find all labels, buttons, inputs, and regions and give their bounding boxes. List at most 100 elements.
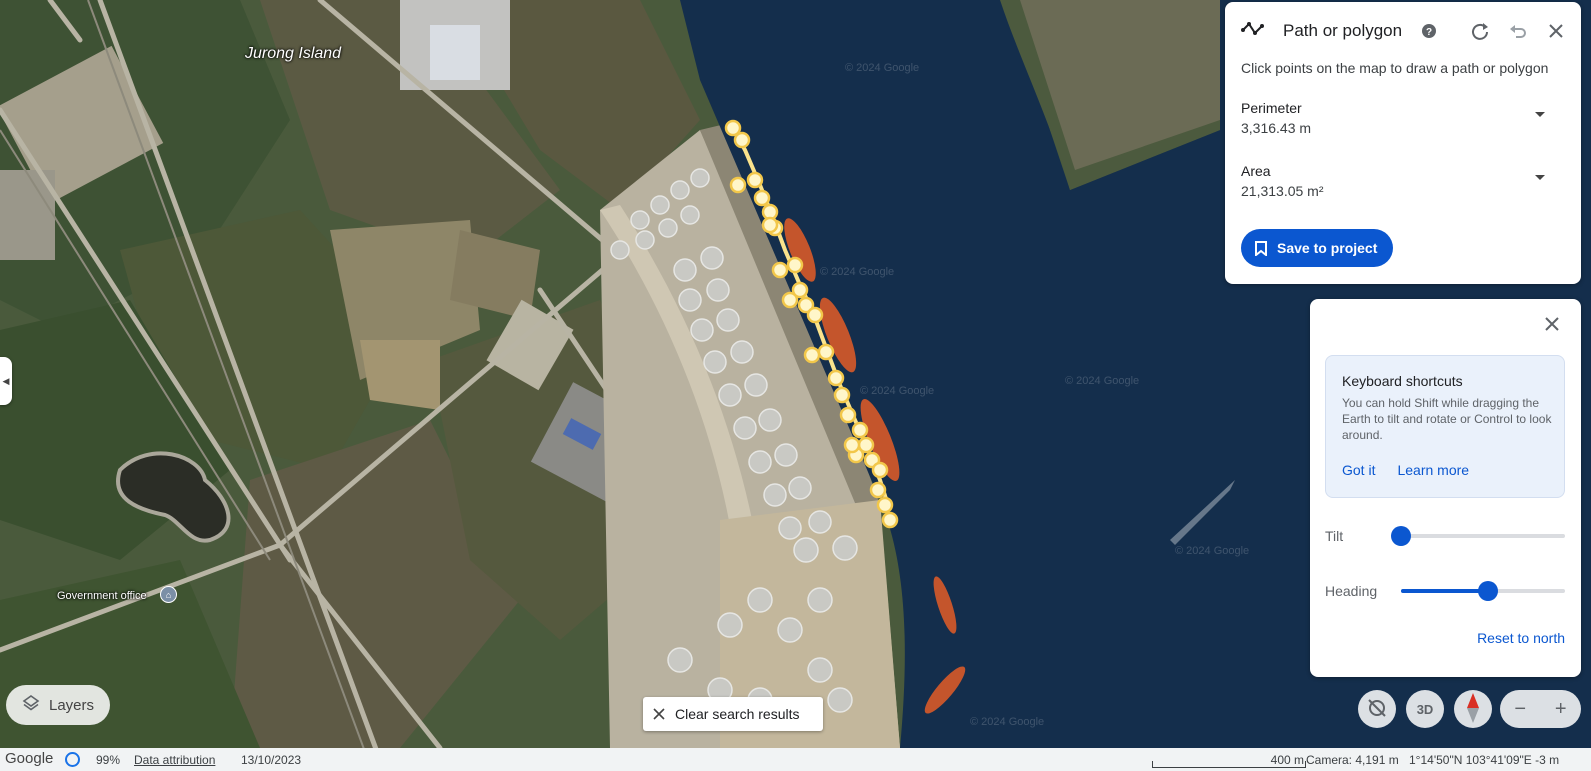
help-icon[interactable]: ?	[1416, 18, 1442, 44]
path-vertex[interactable]	[729, 176, 747, 194]
path-vertex[interactable]	[746, 171, 764, 189]
storage-tank	[680, 205, 700, 225]
storage-tank	[807, 587, 833, 613]
path-vertex[interactable]	[881, 511, 899, 529]
path-vertex[interactable]	[806, 306, 824, 324]
place-label: Jurong Island	[245, 45, 342, 62]
layers-label: Layers	[48, 696, 95, 714]
path-vertex[interactable]	[761, 216, 779, 234]
zoom-out-button[interactable]: −	[1500, 690, 1541, 728]
data-attribution-link[interactable]: Data attribution	[134, 753, 215, 767]
storage-tank	[678, 288, 702, 312]
storage-tank	[630, 210, 650, 230]
path-vertex[interactable]	[871, 461, 889, 479]
storage-tank	[778, 516, 802, 540]
path-vertex[interactable]	[786, 256, 804, 274]
area-label: Area	[1241, 163, 1271, 179]
save-to-project-button[interactable]: Save to project	[1241, 229, 1394, 267]
storage-tank	[718, 383, 742, 407]
storage-tank	[635, 230, 655, 250]
path-vertex[interactable]	[753, 189, 771, 207]
path-polygon-panel: Path or polygon ? Click points on the ma…	[1225, 2, 1581, 284]
reset-to-north-link[interactable]: Reset to north	[1477, 630, 1565, 646]
path-vertex[interactable]	[869, 481, 887, 499]
storage-tank	[690, 168, 710, 188]
storage-tank	[650, 195, 670, 215]
path-vertex[interactable]	[843, 436, 861, 454]
chevron-down-icon[interactable]	[1535, 175, 1545, 180]
path-vertex[interactable]	[833, 386, 851, 404]
storage-tank	[748, 450, 772, 474]
zoom-control: − +	[1500, 690, 1581, 728]
storage-tank	[827, 687, 853, 713]
expand-sidebar-button[interactable]: ◀	[0, 357, 12, 405]
perimeter-value: 3,316.43 m	[1241, 120, 1312, 136]
card-text: You can hold Shift while dragging the Ea…	[1342, 396, 1552, 442]
close-icon[interactable]	[1543, 18, 1569, 44]
3d-view-button[interactable]: 3D	[1406, 690, 1444, 728]
undo-icon[interactable]	[1505, 18, 1531, 44]
storage-tank	[673, 258, 697, 282]
heading-slider[interactable]	[1401, 581, 1565, 601]
learn-more-link[interactable]: Learn more	[1397, 462, 1469, 478]
redo-icon[interactable]	[1467, 18, 1493, 44]
panel-title: Path or polygon	[1283, 21, 1403, 40]
area-row[interactable]: Area 21,313.05 m²	[1241, 163, 1557, 199]
path-vertex[interactable]	[771, 261, 789, 279]
heading-slider-thumb[interactable]	[1477, 581, 1498, 601]
tilt-slider[interactable]	[1391, 526, 1565, 546]
storage-tank	[716, 308, 740, 332]
perimeter-row[interactable]: Perimeter 3,316.43 m	[1241, 100, 1557, 136]
clear-search-label: Clear search results	[675, 706, 800, 722]
tilt-label: Tilt	[1325, 528, 1344, 544]
layers-icon	[22, 694, 40, 716]
close-icon[interactable]	[1539, 311, 1565, 337]
storage-tank	[717, 612, 743, 638]
storage-tank	[690, 318, 714, 342]
storage-tank	[733, 416, 757, 440]
status-bar: Google 99% Data attribution 13/10/2023 4…	[0, 748, 1591, 771]
path-vertex[interactable]	[851, 421, 869, 439]
path-vertex[interactable]	[803, 346, 821, 364]
perimeter-label: Perimeter	[1241, 100, 1302, 116]
card-title: Keyboard shortcuts	[1342, 373, 1463, 389]
storage-tank	[610, 240, 630, 260]
tilt-off-button[interactable]	[1358, 690, 1396, 728]
poi-label[interactable]: Government office	[57, 590, 147, 602]
svg-text:?: ?	[1426, 27, 1432, 38]
storage-tank	[763, 483, 787, 507]
path-vertex[interactable]	[733, 131, 751, 149]
map-watermark: © 2024 Google	[970, 716, 1045, 728]
area-value: 21,313.05 m²	[1241, 183, 1324, 199]
storage-tank	[808, 510, 832, 534]
storage-tank	[658, 218, 678, 238]
chevron-down-icon[interactable]	[1535, 112, 1545, 117]
clear-search-results-button[interactable]: Clear search results	[643, 697, 823, 731]
heading-slider-row: Heading	[1325, 579, 1565, 603]
storage-tank	[777, 617, 803, 643]
path-vertex[interactable]	[839, 406, 857, 424]
layers-button[interactable]: Layers	[6, 685, 110, 725]
tilt-off-icon	[1366, 697, 1388, 722]
path-vertex[interactable]	[781, 291, 799, 309]
camera-altitude: Camera: 4,191 m	[1306, 753, 1399, 767]
heading-slider-fill	[1401, 589, 1488, 593]
path-vertex[interactable]	[876, 496, 894, 514]
path-vertex[interactable]	[827, 369, 845, 387]
tilt-slider-thumb[interactable]	[1391, 526, 1411, 546]
path-vertex[interactable]	[817, 343, 835, 361]
loading-percent: 99%	[96, 753, 121, 767]
bookmark-icon	[1255, 240, 1267, 256]
storage-tank	[730, 340, 754, 364]
compass-button[interactable]	[1454, 690, 1492, 728]
close-icon	[643, 708, 675, 720]
storage-tank	[788, 476, 812, 500]
government-building-icon[interactable]: ⌂	[160, 586, 177, 603]
imagery-date: 13/10/2023	[241, 753, 302, 767]
map-watermark: © 2024 Google	[1175, 545, 1250, 557]
keyboard-shortcuts-card: Keyboard shortcuts You can hold Shift wh…	[1325, 355, 1565, 498]
map-watermark: © 2024 Google	[820, 266, 895, 278]
got-it-link[interactable]: Got it	[1342, 462, 1375, 478]
cursor-coordinates: 1°14'50"N 103°41'09"E -3 m	[1409, 753, 1560, 767]
zoom-in-button[interactable]: +	[1541, 690, 1582, 728]
